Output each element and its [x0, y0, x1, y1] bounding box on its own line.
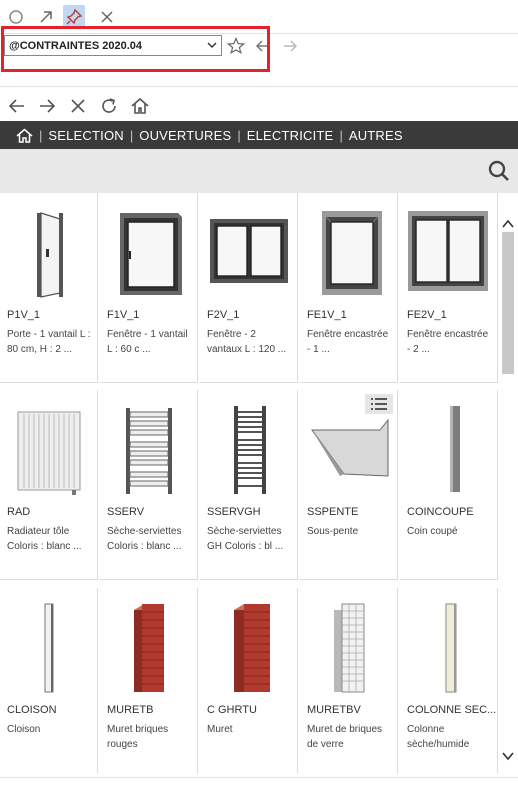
item-description: Sèche-serviettes Coloris : blanc ... — [107, 526, 182, 552]
item-code: COINCOUPE — [407, 506, 474, 518]
library-select[interactable]: @CONTRAINTES 2020.04 — [4, 35, 222, 56]
catalog-item[interactable]: SSERVGH Sèche-serviettes GH Coloris : bl… — [200, 390, 298, 580]
catalog-item[interactable]: FE1V_1 Fenêtre encastrée - 1 ... — [300, 193, 398, 383]
catalog-item[interactable]: RAD Radiateur tôle Coloris : blanc ... — [0, 390, 98, 580]
item-code: SSPENTE — [307, 506, 359, 518]
menu-separator: | — [339, 127, 343, 143]
corner-thumbnail — [404, 402, 492, 498]
item-code: RAD — [7, 506, 31, 518]
catalog-item[interactable]: F1V_1 Fenêtre - 1 vantail L : 60 c ... — [100, 193, 198, 383]
catalog-item[interactable]: MURETB Muret briques rouges — [100, 588, 198, 773]
partition-thumbnail — [4, 600, 92, 696]
stop-icon[interactable] — [66, 94, 90, 118]
catalog-item[interactable]: C GHRTU Muret — [200, 588, 298, 773]
column-thumbnail — [404, 600, 492, 696]
window-thumbnail — [104, 205, 192, 301]
home-icon[interactable] — [16, 128, 33, 143]
back-arrow-icon[interactable] — [254, 37, 272, 60]
item-code: COLONNE SEC... — [407, 704, 497, 716]
menu-item-autres[interactable]: AUTRES — [349, 128, 403, 143]
towel-dryer-thumbnail — [204, 402, 292, 498]
menu-separator: | — [39, 127, 43, 143]
back-arrow-icon[interactable] — [5, 94, 29, 118]
catalog-item[interactable]: SSERV Sèche-serviettes Coloris : blanc .… — [100, 390, 198, 580]
item-description: Porte - 1 vantail L : 80 cm, H : 2 ... — [7, 329, 91, 355]
item-description: Fenêtre - 1 vantail L : 60 c ... — [107, 329, 188, 355]
close-icon[interactable] — [96, 5, 118, 29]
library-select-value: @CONTRAINTES 2020.04 — [9, 39, 142, 52]
item-code: MURETB — [107, 704, 154, 716]
category-menu: | SELECTION | OUVERTURES | ELECTRICITE |… — [0, 121, 518, 149]
item-description: Radiateur tôle Coloris : blanc ... — [7, 526, 82, 552]
item-description: Muret de briques de verre — [307, 724, 383, 750]
item-description: Fenêtre - 2 vantaux L : 120 ... — [207, 329, 287, 355]
menu-separator: | — [237, 127, 241, 143]
item-description: Sous-pente — [307, 526, 359, 537]
catalog-grid: P1V_1 Porte - 1 vantail L : 80 cm, H : 2… — [0, 193, 499, 773]
forward-arrow-icon[interactable] — [35, 94, 59, 118]
menu-item-electricite[interactable]: ELECTRICITE — [247, 128, 334, 143]
item-description: Muret — [207, 724, 233, 735]
catalog-item[interactable]: FE2V_1 Fenêtre encastrée - 2 ... — [400, 193, 498, 383]
item-description: Colonne sèche/humide — [407, 724, 470, 750]
item-code: C GHRTU — [207, 704, 257, 716]
item-description: Fenêtre encastrée - 2 ... — [407, 329, 489, 355]
item-description: Coin coupé — [407, 526, 458, 537]
catalog-item[interactable]: COINCOUPE Coin coupé — [400, 390, 498, 580]
menu-item-ouvertures[interactable]: OUVERTURES — [139, 128, 231, 143]
menu-item-selection[interactable]: SELECTION — [48, 128, 123, 143]
chevron-down-icon[interactable] — [501, 749, 515, 767]
divider — [0, 86, 518, 87]
window-thumbnail — [404, 205, 492, 301]
catalog-item[interactable]: SSPENTE Sous-pente — [300, 390, 398, 580]
catalog-item[interactable]: CLOISON Cloison — [0, 588, 98, 773]
item-description: Sèche-serviettes GH Coloris : bl ... — [207, 526, 284, 552]
brick-wall-thumbnail — [204, 600, 292, 696]
search-bar — [0, 149, 518, 193]
item-code: F2V_1 — [207, 309, 240, 321]
catalog-item[interactable]: COLONNE SEC... Colonne sèche/humide — [400, 588, 498, 773]
menu-separator: | — [129, 127, 134, 143]
item-description: Muret briques rouges — [107, 724, 169, 750]
towel-dryer-thumbnail — [104, 402, 192, 498]
window-thumbnail — [304, 205, 392, 301]
divider — [0, 777, 518, 778]
radiator-thumbnail — [4, 402, 92, 498]
item-code: FE1V_1 — [307, 309, 347, 321]
brick-wall-thumbnail — [104, 600, 192, 696]
star-icon[interactable] — [226, 36, 246, 60]
window-thumbnail — [204, 205, 292, 301]
search-icon[interactable] — [487, 159, 511, 183]
library-toolbar: @CONTRAINTES 2020.04 — [0, 34, 518, 60]
circle-icon[interactable] — [5, 5, 27, 29]
item-code: SSERV — [107, 506, 145, 518]
catalog-item[interactable]: MURETBV Muret de briques de verre — [300, 588, 398, 773]
item-code: MURETBV — [307, 704, 361, 716]
pin-icon[interactable] — [63, 5, 85, 29]
item-code: FE2V_1 — [407, 309, 447, 321]
window-tools — [0, 0, 518, 34]
refresh-icon[interactable] — [97, 94, 121, 118]
item-code: P1V_1 — [7, 309, 41, 321]
home-icon[interactable] — [128, 94, 152, 118]
browser-nav — [0, 92, 518, 120]
forward-arrow-icon[interactable] — [281, 37, 299, 60]
chevron-down-icon — [206, 39, 218, 54]
catalog-item[interactable]: P1V_1 Porte - 1 vantail L : 80 cm, H : 2… — [0, 193, 98, 383]
door-thumbnail — [4, 205, 92, 301]
catalog-item[interactable]: F2V_1 Fenêtre - 2 vantaux L : 120 ... — [200, 193, 298, 383]
slope-panel-thumbnail — [304, 402, 392, 498]
expand-arrow-icon[interactable] — [35, 5, 57, 29]
item-code: F1V_1 — [107, 309, 140, 321]
item-description: Cloison — [7, 724, 41, 735]
scrollbar-thumb[interactable] — [502, 232, 514, 374]
item-code: SSERVGH — [207, 506, 261, 518]
item-description: Fenêtre encastrée - 1 ... — [307, 329, 389, 355]
glass-brick-wall-thumbnail — [304, 600, 392, 696]
item-code: CLOISON — [7, 704, 57, 716]
